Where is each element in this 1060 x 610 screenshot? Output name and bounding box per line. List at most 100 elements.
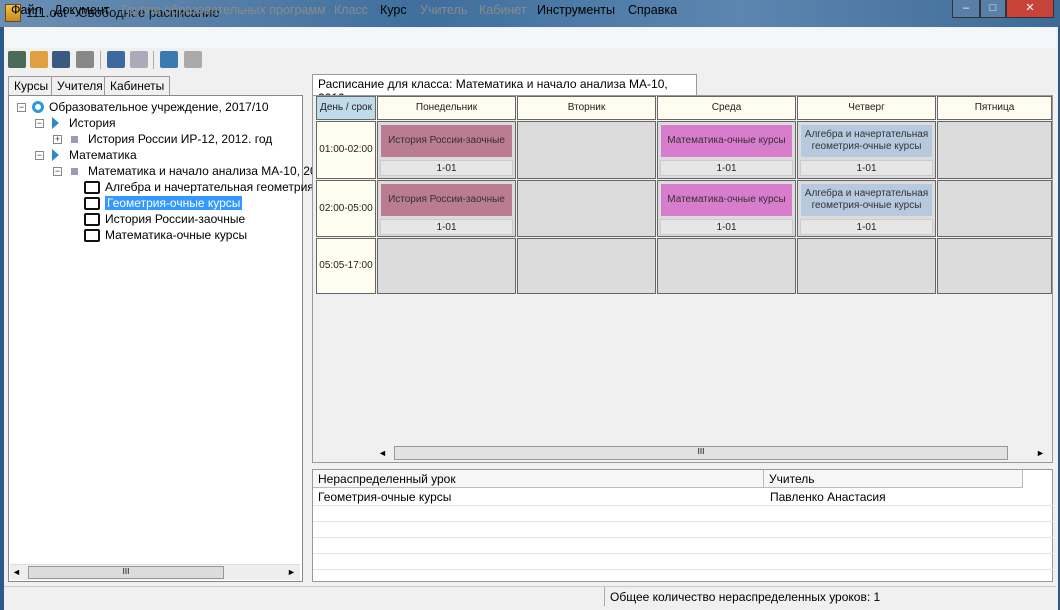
tab-rooms[interactable]: Кабинеты	[104, 76, 171, 95]
expand-toggle[interactable]: −	[35, 119, 44, 128]
schedule-cell[interactable]	[377, 238, 516, 294]
tab-label: Курсы	[14, 79, 49, 93]
schedule-cell[interactable]: История России-заочные 1-01	[377, 180, 516, 237]
scroll-thumb[interactable]: III	[28, 566, 224, 579]
folder-arrow-icon	[52, 149, 59, 161]
redo-icon[interactable]	[130, 51, 148, 68]
table-row[interactable]: Геометрия-очные курсы Павленко Анастасия	[313, 488, 1053, 505]
class-icon	[71, 168, 78, 175]
schedule-cell[interactable]	[517, 238, 656, 294]
day-header: Четверг	[797, 96, 936, 120]
tab-label: Учителя	[57, 79, 103, 93]
lesson-cell: Геометрия-очные курсы	[318, 490, 452, 504]
book-icon	[84, 229, 100, 242]
menu-4[interactable]: Курс	[380, 3, 407, 17]
institution-icon	[32, 101, 44, 113]
toolbar-separator	[100, 51, 101, 69]
tab-courses[interactable]: Курсы	[8, 76, 55, 95]
new-icon[interactable]	[8, 51, 26, 68]
lesson-block[interactable]: Алгебра и начертательная геометрия-очные…	[800, 183, 933, 217]
schedule-cell[interactable]	[517, 121, 656, 179]
tree-item[interactable]: Образовательное учреждение, 2017/10	[49, 100, 269, 114]
expand-toggle[interactable]: −	[35, 151, 44, 160]
lesson-block[interactable]: Математика-очные курсы	[660, 183, 793, 217]
tree-item[interactable]: Математика и начало анализа МА-10, 201	[88, 164, 323, 178]
folder-arrow-icon	[52, 117, 59, 129]
scroll-left-icon[interactable]: ◄	[378, 448, 387, 458]
menu-2[interactable]: Группа образовательных программ	[121, 3, 326, 17]
tree-item[interactable]: Математика	[69, 148, 137, 162]
schedule-cell[interactable]	[797, 238, 936, 294]
menu-7[interactable]: Инструменты	[537, 3, 615, 17]
tab-label: Кабинеты	[110, 79, 165, 93]
tab-teachers[interactable]: Учителя	[51, 76, 109, 95]
schedule-cell[interactable]: Математика-очные курсы 1-01	[657, 180, 796, 237]
menu-3[interactable]: Класс	[334, 3, 368, 17]
menu-bar	[4, 28, 1056, 48]
day-header: Вторник	[517, 96, 656, 120]
search-icon[interactable]	[160, 51, 178, 68]
scroll-right-icon[interactable]: ►	[287, 567, 296, 577]
tree-item[interactable]: История	[69, 116, 116, 130]
teacher-cell: Павленко Анастасия	[770, 490, 886, 504]
grid-horizontal-scrollbar[interactable]: ◄ III ►	[376, 445, 1048, 462]
room-label: 1-01	[380, 160, 513, 176]
schedule-cell[interactable]: История России-заочные 1-01	[377, 121, 516, 179]
room-label: 1-01	[380, 219, 513, 235]
save-icon[interactable]	[52, 51, 70, 68]
column-header-teacher[interactable]: Учитель	[764, 470, 1023, 488]
minimize-button[interactable]: –	[952, 0, 980, 18]
schedule-cell[interactable]: Алгебра и начертательная геометрия-очные…	[797, 180, 936, 237]
undo-icon[interactable]	[107, 51, 125, 68]
tree-item[interactable]: Алгебра и начертательная геометрия	[105, 180, 314, 194]
time-slot: 05:05-17:00	[316, 238, 376, 294]
tree-item[interactable]: История России-заочные	[105, 212, 245, 226]
menu-5[interactable]: Учитель	[420, 3, 467, 17]
day-header: Понедельник	[377, 96, 516, 120]
room-label: 1-01	[800, 219, 933, 235]
tree-horizontal-scrollbar[interactable]: ◄ III ►	[10, 564, 300, 580]
row-divider	[313, 553, 1053, 554]
maximize-button[interactable]: □	[980, 0, 1006, 18]
room-label: 1-01	[800, 160, 933, 176]
tree-item[interactable]: Геометрия-очные курсы	[105, 196, 243, 210]
schedule-cell[interactable]: Математика-очные курсы 1-01	[657, 121, 796, 179]
scroll-left-icon[interactable]: ◄	[12, 567, 21, 577]
menu-8[interactable]: Справка	[628, 3, 677, 17]
expand-toggle[interactable]: +	[53, 135, 62, 144]
time-slot: 01:00-02:00	[316, 121, 376, 179]
book-icon	[84, 197, 100, 210]
status-text: Общее количество нераспределенных уроков…	[604, 587, 885, 606]
book-icon	[84, 181, 100, 194]
schedule-cell[interactable]	[937, 180, 1052, 237]
schedule-cell[interactable]: Алгебра и начертательная геометрия-очные…	[797, 121, 936, 179]
expand-toggle[interactable]: −	[17, 103, 26, 112]
expand-toggle[interactable]: −	[53, 167, 62, 176]
menu-6[interactable]: Кабинет	[479, 3, 527, 17]
schedule-cell[interactable]	[517, 180, 656, 237]
row-divider	[313, 569, 1053, 570]
day-header: Пятница	[937, 96, 1052, 120]
tab-schedule[interactable]: Расписание для класса: Математика и нача…	[312, 74, 697, 105]
row-divider	[313, 505, 1053, 506]
course-tree: − Образовательное учреждение, 2017/10− Ист…	[8, 95, 323, 582]
close-button[interactable]: ✕	[1006, 0, 1054, 18]
menu-0[interactable]: Файл	[11, 3, 42, 17]
tree-item[interactable]: История России ИР-12, 2012. год	[88, 132, 272, 146]
menu-1[interactable]: Документ	[54, 3, 109, 17]
scroll-right-icon[interactable]: ►	[1036, 448, 1045, 458]
lesson-block[interactable]: Алгебра и начертательная геометрия-очные…	[800, 124, 933, 158]
open-icon[interactable]	[30, 51, 48, 68]
lesson-block[interactable]: История России-заочные	[380, 124, 513, 158]
schedule-cell[interactable]	[657, 238, 796, 294]
scroll-thumb[interactable]: III	[394, 446, 1008, 460]
close-doc-icon[interactable]	[76, 51, 94, 68]
schedule-cell[interactable]	[937, 238, 1052, 294]
lesson-block[interactable]: История России-заочные	[380, 183, 513, 217]
print-icon[interactable]	[184, 51, 202, 68]
class-icon	[71, 136, 78, 143]
tree-item[interactable]: Математика-очные курсы	[105, 228, 247, 242]
lesson-block[interactable]: Математика-очные курсы	[660, 124, 793, 158]
schedule-cell[interactable]	[937, 121, 1052, 179]
column-header-lesson[interactable]: Нераспределенный урок	[313, 470, 764, 488]
